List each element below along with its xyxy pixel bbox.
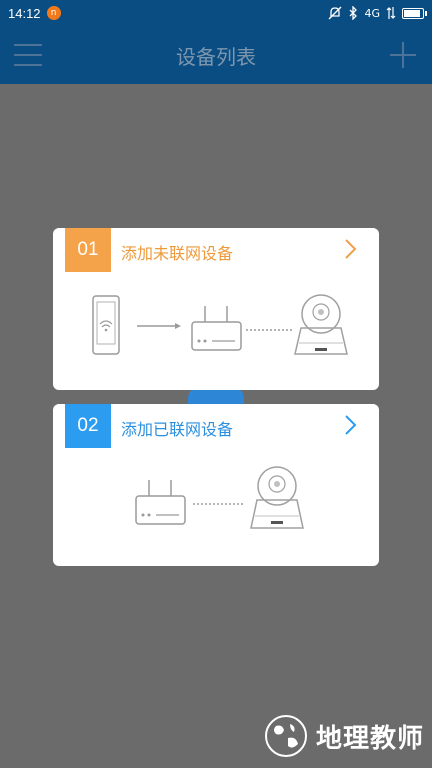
camera-icon	[250, 466, 304, 529]
watermark: 地理教师	[262, 712, 424, 760]
page-title: 设备列表	[176, 44, 256, 69]
mute-icon	[329, 6, 342, 20]
menu-line	[14, 44, 42, 46]
menu-line	[14, 64, 42, 66]
watermark-text: 地理教师	[315, 723, 424, 754]
phone-icon	[92, 295, 120, 355]
status-bar: 14:12 n 4G	[0, 0, 432, 26]
camera-icon	[294, 294, 348, 355]
data-arrows-icon	[386, 7, 396, 19]
offline-setup-illustration	[92, 294, 348, 355]
add-device-button[interactable]	[388, 40, 418, 70]
add-offline-device-card[interactable]: 01 添加未联网设备	[53, 228, 379, 390]
arrow-icon	[137, 323, 181, 329]
router-icon	[135, 480, 186, 525]
globe-icon	[264, 715, 307, 757]
router-icon	[191, 306, 242, 351]
online-setup-illustration	[135, 466, 304, 529]
menu-line	[14, 54, 42, 56]
notification-icon: n	[46, 6, 61, 20]
battery-icon	[402, 7, 427, 19]
network-type: 4G	[364, 6, 380, 20]
status-time: 14:12	[8, 5, 41, 21]
status-icons: 4G	[328, 6, 427, 20]
title-bar: 设备列表	[0, 26, 432, 84]
add-online-device-card[interactable]: 02 添加已联网设备	[53, 404, 379, 566]
bluetooth-icon	[350, 6, 358, 20]
menu-button[interactable]	[14, 42, 42, 68]
